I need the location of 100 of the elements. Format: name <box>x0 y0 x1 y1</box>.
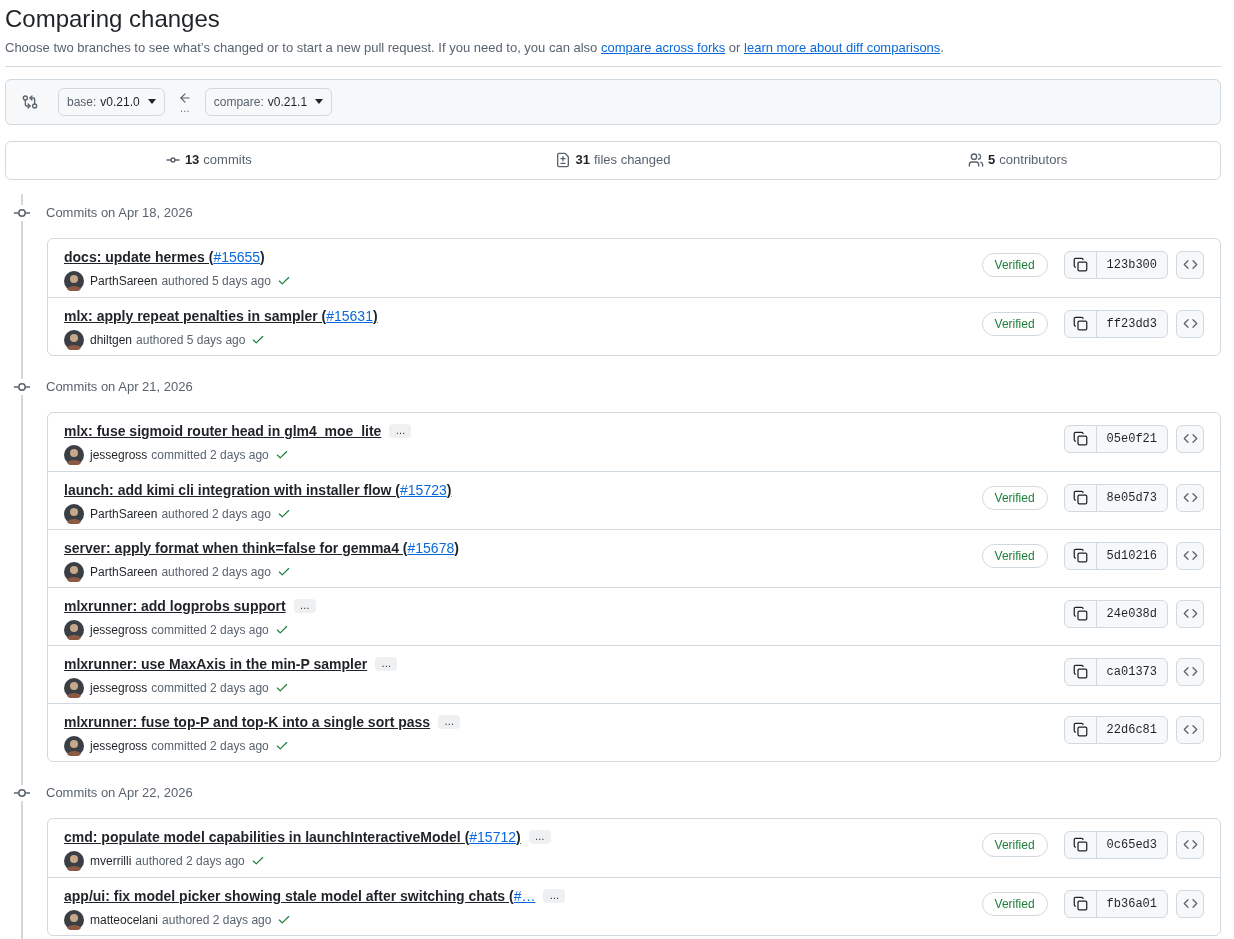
pull-request-link[interactable]: #15723 <box>400 481 447 498</box>
avatar[interactable] <box>64 503 84 524</box>
pull-request-link[interactable]: #15631 <box>326 307 373 324</box>
commit-title-link[interactable]: mlxrunner: add logprobs support <box>64 597 286 614</box>
verified-badge[interactable]: Verified <box>981 891 1048 916</box>
expand-message-button[interactable]: … <box>528 829 551 844</box>
commit-meta: committed 2 days ago <box>151 621 269 638</box>
compare-branch-button[interactable]: compare: v0.21.1 <box>204 87 333 116</box>
avatar[interactable] <box>64 735 84 756</box>
commit-meta: authored 2 days ago <box>161 505 271 522</box>
commit-title-link[interactable]: launch: add kimi cli integration with installer flow ( <box>64 481 401 498</box>
expand-message-button[interactable]: … <box>543 888 566 903</box>
summary-tab[interactable]: 5 contributors <box>815 141 1220 179</box>
verified-badge[interactable]: Verified <box>981 543 1048 568</box>
commit-sha-link[interactable]: 22d6c81 <box>1096 721 1167 738</box>
commit-title-link[interactable]: mlxrunner: use MaxAxis in the min-P sampler <box>64 655 368 672</box>
copy-icon <box>1072 664 1088 679</box>
browse-code-button[interactable] <box>1176 830 1204 859</box>
expand-message-button[interactable]: … <box>389 423 412 438</box>
commit-sha-link[interactable]: 5d10216 <box>1096 547 1167 564</box>
browse-code-button[interactable] <box>1176 483 1204 512</box>
compare-icon <box>22 93 38 110</box>
copy-icon <box>1072 548 1088 563</box>
commit-title-link[interactable]: ) <box>516 828 521 845</box>
expand-message-button[interactable]: … <box>293 598 316 613</box>
author-link[interactable]: mverrilli <box>90 852 132 869</box>
code-icon <box>1182 664 1198 679</box>
avatar[interactable] <box>64 444 84 465</box>
copy-icon <box>1072 722 1088 737</box>
browse-code-button[interactable] <box>1176 889 1204 918</box>
browse-code-button[interactable] <box>1176 309 1204 338</box>
code-icon <box>1182 257 1198 272</box>
expand-message-button[interactable]: … <box>375 656 398 671</box>
pull-request-link[interactable]: #15655 <box>213 248 261 265</box>
copy-icon <box>1072 257 1088 272</box>
verified-badge[interactable]: Verified <box>981 311 1048 336</box>
code-icon <box>1182 606 1198 621</box>
page-title: Comparing changes <box>5 4 221 34</box>
avatar[interactable] <box>64 561 84 582</box>
commit-sha-link[interactable]: 8e05d73 <box>1096 489 1167 506</box>
commit-title-link[interactable]: app/ui: fix model picker showing stale model after switching chats ( <box>64 887 514 904</box>
commit-icon <box>14 788 30 797</box>
arrow-left-icon <box>177 90 192 105</box>
verified-badge[interactable]: Verified <box>981 252 1048 277</box>
avatar[interactable] <box>64 270 84 291</box>
author-link[interactable]: ParthSareen <box>90 505 158 522</box>
pull-request-link[interactable]: #15712 <box>469 828 516 845</box>
avatar[interactable] <box>64 677 84 698</box>
verified-badge[interactable]: Verified <box>981 485 1048 510</box>
author-link[interactable]: jessegross <box>90 621 148 638</box>
commit-title-link[interactable]: mlxrunner: fuse top-P and top-K into a single sort pass <box>64 713 431 730</box>
commit-sha-link[interactable]: 24e038d <box>1096 605 1167 622</box>
base-branch-button[interactable]: base: v0.21.0 <box>58 87 165 116</box>
browse-code-button[interactable] <box>1176 250 1204 279</box>
browse-code-button[interactable] <box>1176 424 1204 453</box>
commit-sha-link[interactable]: ca01373 <box>1096 663 1167 680</box>
browse-code-button[interactable] <box>1176 541 1204 570</box>
summary-tab[interactable]: 13 commits <box>6 141 411 179</box>
commit-sha-link[interactable]: fb36a01 <box>1096 895 1167 912</box>
commit-title-link[interactable]: ) <box>446 481 452 498</box>
commit-title-link[interactable]: ) <box>260 248 265 265</box>
people-icon <box>968 152 985 168</box>
commit-meta: authored 2 days ago <box>135 852 245 869</box>
commit-sha-link[interactable]: 123b300 <box>1096 256 1167 273</box>
commit-title-link[interactable]: docs: update hermes ( <box>64 248 214 265</box>
page-description: Choose two branches to see what’s changed or to start a new pull request. If you need to, you can also compare across forks or learn more about diff comparisons. <box>5 38 1221 67</box>
copy-icon <box>1072 837 1088 852</box>
browse-code-button[interactable] <box>1176 657 1204 686</box>
author-link[interactable]: jessegross <box>90 446 148 463</box>
author-link[interactable]: jessegross <box>90 679 148 696</box>
commit-title-link[interactable]: server: apply format when think=false for gemma4 ( <box>64 539 408 556</box>
commit-title-link[interactable]: ) <box>454 539 459 556</box>
commit-title-link[interactable]: cmd: populate model capabilities in launchInteractiveModel ( <box>64 828 470 845</box>
verified-badge[interactable]: Verified <box>981 832 1048 857</box>
avatar[interactable] <box>64 909 84 930</box>
avatar[interactable] <box>64 329 84 350</box>
avatar[interactable] <box>64 619 84 640</box>
author-link[interactable]: dhiltgen <box>90 331 133 348</box>
code-icon <box>1182 431 1198 446</box>
commit-sha-link[interactable]: 0c65ed3 <box>1096 836 1167 853</box>
commit-meta: authored 2 days ago <box>161 563 271 580</box>
commit-icon <box>14 208 30 217</box>
commit-title-link[interactable]: mlx: apply repeat penalties in sampler ( <box>64 307 327 324</box>
avatar[interactable] <box>64 850 84 871</box>
commit-title-link[interactable]: mlx: fuse sigmoid router head in glm4_moe_lite <box>64 422 382 439</box>
commit-sha-link[interactable]: ff23dd3 <box>1096 315 1167 332</box>
summary-tab[interactable]: 31 files changed <box>410 141 816 179</box>
author-link[interactable]: ParthSareen <box>90 272 158 289</box>
commit-sha-link[interactable]: 05e0f21 <box>1096 430 1167 447</box>
browse-code-button[interactable] <box>1176 599 1204 628</box>
code-icon <box>1182 722 1198 737</box>
code-icon <box>1182 837 1198 852</box>
browse-code-button[interactable] <box>1176 715 1204 744</box>
help-link[interactable]: compare across forks <box>600 40 726 55</box>
expand-message-button[interactable]: … <box>438 714 461 729</box>
author-link[interactable]: jessegross <box>90 737 148 754</box>
range-dots: … <box>179 104 190 113</box>
author-link[interactable]: matteocelani <box>90 911 159 928</box>
author-link[interactable]: ParthSareen <box>90 563 158 580</box>
commit-title-link[interactable]: ) <box>372 307 378 324</box>
